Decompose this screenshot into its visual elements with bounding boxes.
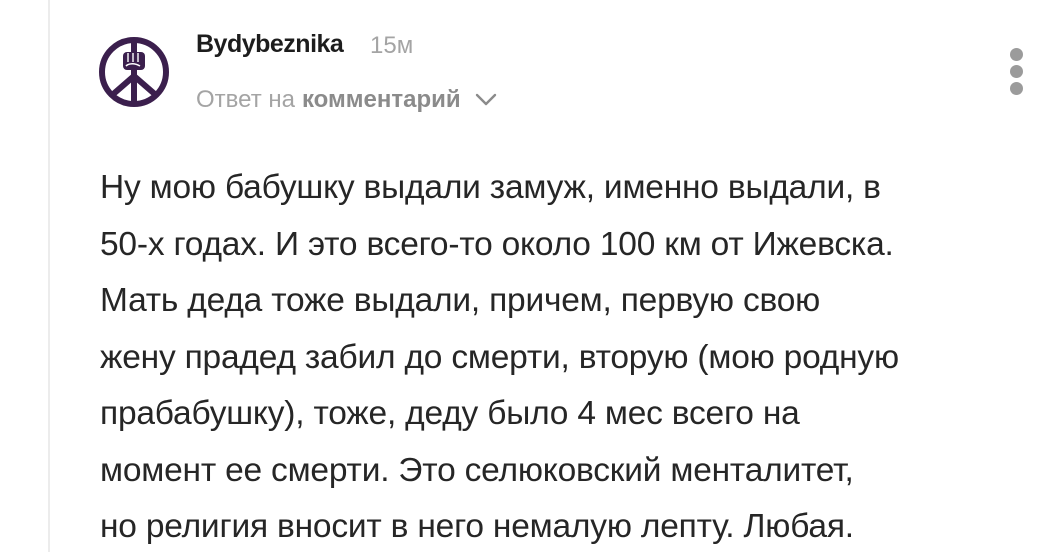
comment-line: Мать деда тоже выдали, причем, первую св… — [100, 282, 821, 319]
comment-timestamp: 15м — [370, 32, 414, 59]
comment-line: жену прадед забил до смерти, вторую (мою… — [100, 338, 899, 376]
comment-line: 50-х годах. И это всего-то около 100 км … — [100, 225, 894, 263]
peace-fist-icon — [99, 37, 169, 107]
parent-comment-link[interactable]: комментарий — [302, 86, 461, 114]
chevron-down-icon[interactable] — [475, 93, 497, 107]
comment-line: момент ее смерти. Это селюковский ментал… — [100, 451, 854, 489]
comment-text: Ну мою бабушку выдали замуж, именно выда… — [100, 160, 1030, 552]
avatar[interactable] — [98, 36, 170, 108]
comment-line: прабабушку), тоже, деду было 4 мес всего… — [100, 395, 800, 432]
more-vertical-icon[interactable] — [1004, 44, 1030, 96]
comment-line: Ну мою бабушку выдали замуж, именно выда… — [100, 169, 881, 206]
menu-dot — [1010, 48, 1023, 61]
thread-line — [48, 0, 50, 552]
reply-context: Ответ на комментарий — [196, 84, 497, 116]
author-name[interactable]: Bydybeznika — [196, 30, 344, 59]
comment-line: но религия вносит в него немалую лепту. … — [100, 508, 854, 545]
reply-prefix: Ответ на — [196, 86, 295, 113]
menu-dot — [1010, 82, 1023, 95]
menu-dot — [1010, 65, 1023, 78]
